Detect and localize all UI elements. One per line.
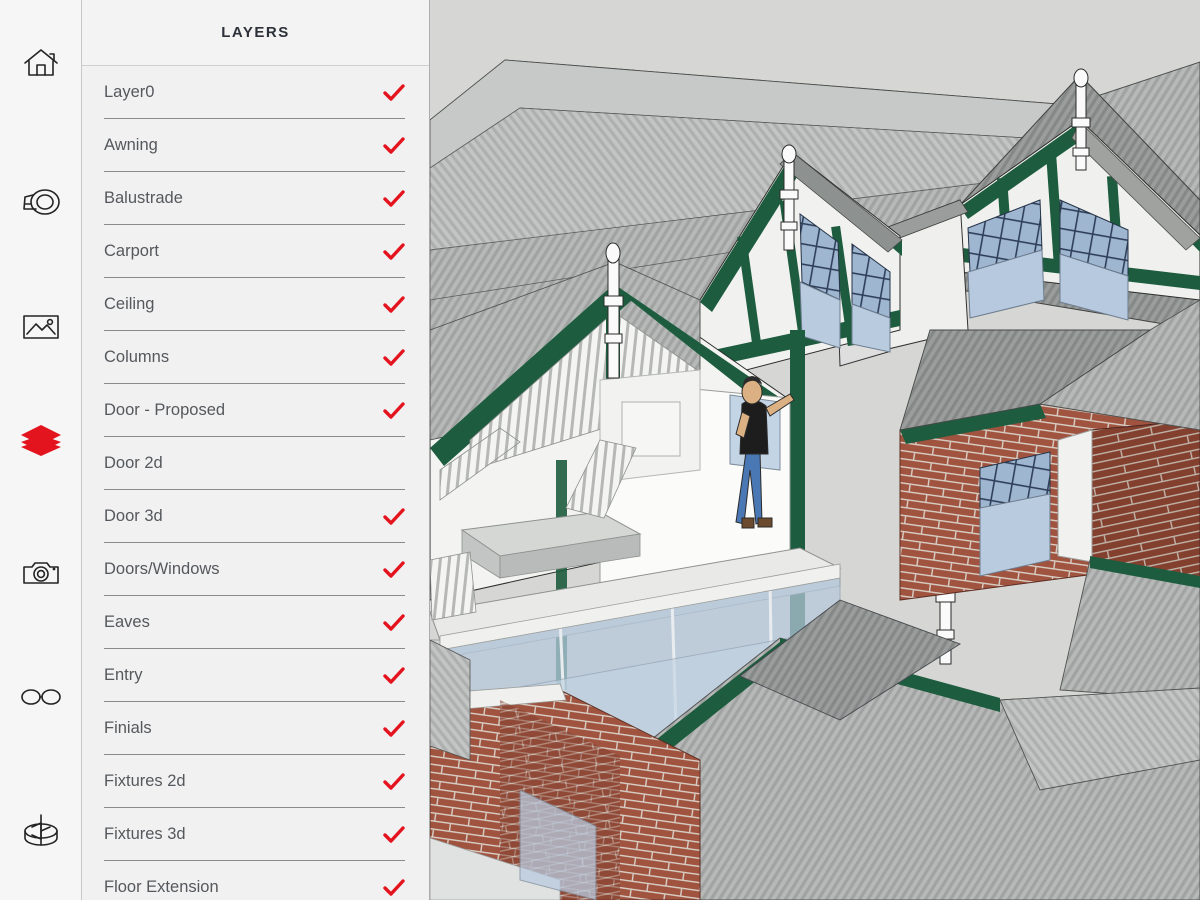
home-icon — [22, 46, 60, 80]
layer-row[interactable]: Door 2d — [82, 437, 429, 490]
layer-name: Awning — [104, 136, 158, 154]
layer-name: Doors/Windows — [104, 560, 220, 578]
layer-name: Layer0 — [104, 83, 155, 101]
check-icon[interactable] — [383, 665, 405, 687]
layer-row[interactable]: Carport — [82, 225, 429, 278]
layer-name: Balustrade — [104, 189, 183, 207]
tool-orbit[interactable] — [0, 800, 82, 862]
glasses-icon — [19, 686, 63, 708]
tool-layers[interactable] — [0, 409, 82, 471]
layer-name: Floor Extension — [104, 878, 219, 896]
check-icon[interactable] — [383, 824, 405, 846]
layer-row[interactable]: Awning — [82, 119, 429, 172]
layer-row[interactable]: Entry — [82, 649, 429, 702]
layer-row[interactable]: Layer0 — [82, 66, 429, 119]
layer-row[interactable]: Fixtures 2d — [82, 755, 429, 808]
check-icon[interactable] — [383, 400, 405, 422]
tool-stereo[interactable] — [0, 666, 82, 728]
check-icon[interactable] — [383, 506, 405, 528]
layer-name: Finials — [104, 719, 152, 737]
check-icon[interactable] — [383, 294, 405, 316]
tool-camera[interactable] — [0, 542, 82, 604]
layer-name: Fixtures 3d — [104, 825, 186, 843]
check-icon[interactable] — [383, 135, 405, 157]
layer-row[interactable]: Doors/Windows — [82, 543, 429, 596]
layer-row[interactable]: Floor Extension — [82, 861, 429, 900]
tool-measure[interactable] — [0, 172, 82, 234]
layer-row[interactable]: Fixtures 3d — [82, 808, 429, 861]
camera-icon — [21, 558, 61, 588]
layer-name: Eaves — [104, 613, 150, 631]
layers-panel: LAYERS Layer0 Awning Balustrade Carport Ceil… — [82, 0, 430, 900]
layer-name: Fixtures 2d — [104, 772, 186, 790]
check-icon[interactable] — [383, 771, 405, 793]
layer-row[interactable]: Balustrade — [82, 172, 429, 225]
check-icon[interactable] — [383, 559, 405, 581]
layer-name: Door 3d — [104, 507, 163, 525]
layer-name: Door 2d — [104, 454, 163, 472]
layers-icon — [19, 423, 63, 457]
left-toolbar — [0, 0, 82, 900]
tape-measure-icon — [20, 187, 62, 219]
layer-name: Door - Proposed — [104, 401, 226, 419]
layer-name: Ceiling — [104, 295, 155, 313]
layer-name: Carport — [104, 242, 160, 260]
layer-row[interactable]: Eaves — [82, 596, 429, 649]
layer-name: Entry — [104, 666, 143, 684]
app-root: LAYERS Layer0 Awning Balustrade Carport Ceil… — [0, 0, 1200, 900]
layer-row[interactable]: Columns — [82, 331, 429, 384]
check-icon[interactable] — [383, 241, 405, 263]
check-icon[interactable] — [383, 877, 405, 899]
image-icon — [21, 312, 61, 342]
orbit-icon — [19, 811, 63, 851]
check-icon[interactable] — [383, 82, 405, 104]
check-icon[interactable] — [383, 612, 405, 634]
check-icon[interactable] — [383, 188, 405, 210]
layer-name: Columns — [104, 348, 170, 366]
layer-list[interactable]: Layer0 Awning Balustrade Carport Ceiling Colu… — [82, 66, 429, 900]
layers-panel-header: LAYERS — [82, 0, 429, 66]
layer-row[interactable]: Door 3d — [82, 490, 429, 543]
layer-row[interactable]: Ceiling — [82, 278, 429, 331]
page-title: LAYERS — [221, 24, 290, 41]
tool-scenes[interactable] — [0, 296, 82, 358]
check-icon[interactable] — [383, 718, 405, 740]
check-icon[interactable] — [383, 347, 405, 369]
layer-row[interactable]: Finials — [82, 702, 429, 755]
layer-row[interactable]: Door - Proposed — [82, 384, 429, 437]
tool-home[interactable] — [0, 32, 82, 94]
